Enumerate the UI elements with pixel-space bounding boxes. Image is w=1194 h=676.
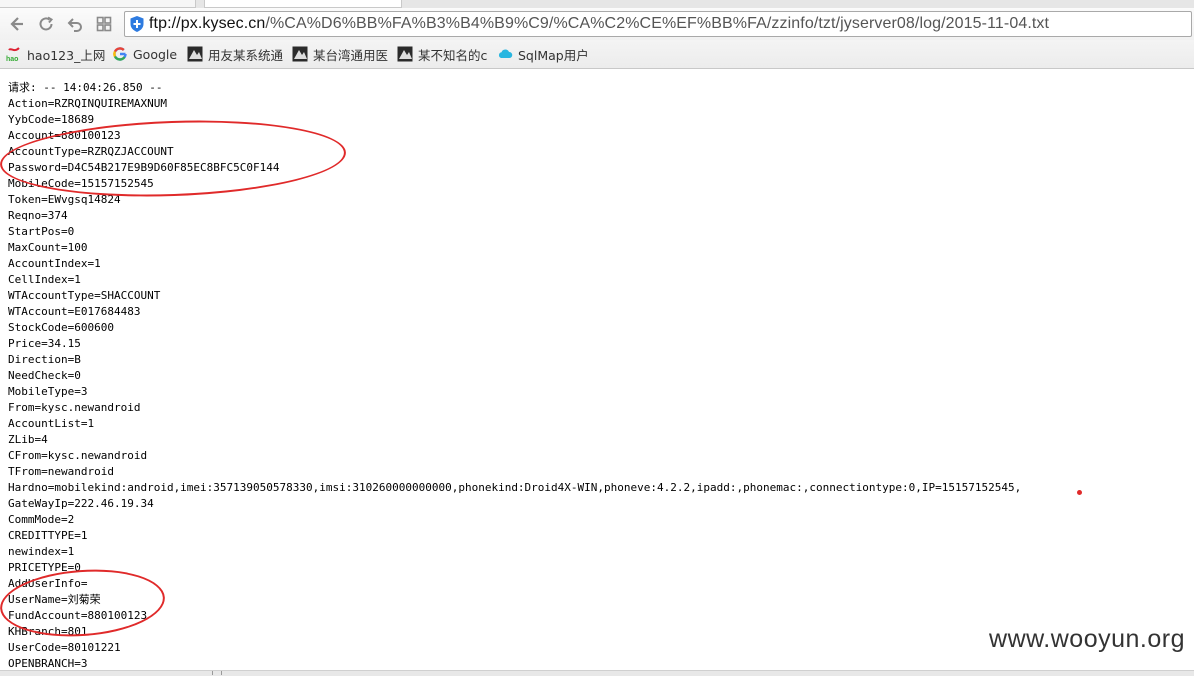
log-line: Action=RZRQINQUIREMAXNUM xyxy=(8,97,167,110)
log-line: NeedCheck=0 xyxy=(8,369,81,382)
address-bar[interactable]: ftp://px.kysec.cn/%CA%D6%BB%FA%B3%B4%B9%… xyxy=(124,11,1192,37)
page-content: 请求: -- 14:04:26.850 -- Action=RZRQINQUIRE… xyxy=(0,69,1194,670)
tab-active[interactable] xyxy=(204,0,402,8)
log-line: Price=34.15 xyxy=(8,337,81,350)
watermark: www.wooyun.org xyxy=(989,625,1185,653)
log-line: WTAccountType=SHACCOUNT xyxy=(8,289,161,302)
log-line: KHBranch=801 xyxy=(8,625,88,638)
scrollbar-grip[interactable] xyxy=(212,671,222,675)
log-line: MaxCount=100 xyxy=(8,241,88,254)
back-arrow-icon xyxy=(10,17,23,31)
hao123-icon: hao xyxy=(6,46,22,63)
log-line: From=kysc.newandroid xyxy=(8,401,141,414)
site-icon xyxy=(187,46,203,62)
annotation-dot xyxy=(1077,490,1082,495)
refresh-button[interactable] xyxy=(35,13,57,35)
back-button[interactable] xyxy=(6,13,28,35)
log-line: WTAccount=E017684483 xyxy=(8,305,141,318)
log-line: AccountIndex=1 xyxy=(8,257,101,270)
log-line: Hardno=mobilekind:android,imei:357139050… xyxy=(8,481,1022,494)
bookmark-label: 用友某系统通 xyxy=(208,47,284,63)
bookmark-sqlmap[interactable]: SqlMap用户 xyxy=(497,45,589,63)
bookmark-unknown[interactable]: 某不知名的c xyxy=(397,45,487,63)
google-icon xyxy=(112,46,128,62)
bookmark-label: Google xyxy=(133,46,178,62)
log-line: CommMode=2 xyxy=(8,513,75,526)
undo-icon xyxy=(67,18,82,32)
bookmark-hao123[interactable]: hao hao123_上网 xyxy=(6,45,105,63)
bookmarks-bar: hao hao123_上网 Google 用友某系统通 某台湾通用医 某不知名的… xyxy=(0,40,1194,69)
log-line: newindex=1 xyxy=(8,545,75,558)
bookmark-yonyou[interactable]: 用友某系统通 xyxy=(187,45,283,63)
log-line: ZLib=4 xyxy=(8,433,48,446)
log-line: UserCode=80101221 xyxy=(8,641,121,654)
log-line: FundAccount=880100123 xyxy=(8,609,148,622)
refresh-icon xyxy=(39,16,54,31)
grid-icon xyxy=(96,16,112,32)
log-line: AccountList=1 xyxy=(8,417,95,430)
cloud-icon xyxy=(497,46,513,62)
log-line: CellIndex=1 xyxy=(8,273,81,286)
log-line: OPENBRANCH=3 xyxy=(8,657,88,670)
apps-button[interactable] xyxy=(93,13,115,35)
url-domain: ftp://px.kysec.cn xyxy=(149,15,266,32)
undo-close-button[interactable] xyxy=(64,13,86,35)
log-line: PRICETYPE=0 xyxy=(8,561,81,574)
bookmark-label: 某台湾通用医 xyxy=(313,47,389,63)
bookmark-taiwan[interactable]: 某台湾通用医 xyxy=(292,45,388,63)
url-path: /%CA%D6%BB%FA%B3%B4%B9%C9/%CA%C2%CE%EF%B… xyxy=(265,15,1050,32)
bookmark-label: hao123_上网 xyxy=(27,47,106,63)
log-line: CREDITTYPE=1 xyxy=(8,529,88,542)
log-line: GateWayIp=222.46.19.34 xyxy=(8,497,154,510)
url-text[interactable]: ftp://px.kysec.cn/%CA%D6%BB%FA%B3%B4%B9%… xyxy=(149,15,1049,33)
horizontal-scrollbar[interactable] xyxy=(0,670,1194,676)
browser-toolbar: ftp://px.kysec.cn/%CA%D6%BB%FA%B3%B4%B9%… xyxy=(0,8,1194,40)
log-line: Reqno=374 xyxy=(8,209,68,222)
log-line: StockCode=600600 xyxy=(8,321,114,334)
log-line: MobileType=3 xyxy=(8,385,88,398)
shield-icon xyxy=(130,16,144,32)
svg-text:hao: hao xyxy=(6,56,18,62)
log-line: CFrom=kysc.newandroid xyxy=(8,449,148,462)
bookmark-google[interactable]: Google xyxy=(112,45,177,63)
log-line: TFrom=newandroid xyxy=(8,465,114,478)
site-icon xyxy=(292,46,308,62)
tab-inactive[interactable] xyxy=(0,0,196,8)
site-icon xyxy=(397,46,413,62)
bookmark-label: 某不知名的c xyxy=(418,47,488,63)
log-line: StartPos=0 xyxy=(8,225,75,238)
log-line: Direction=B xyxy=(8,353,81,366)
log-line: 请求: -- 14:04:26.850 -- xyxy=(8,81,163,94)
bookmark-label: SqlMap用户 xyxy=(518,47,589,63)
